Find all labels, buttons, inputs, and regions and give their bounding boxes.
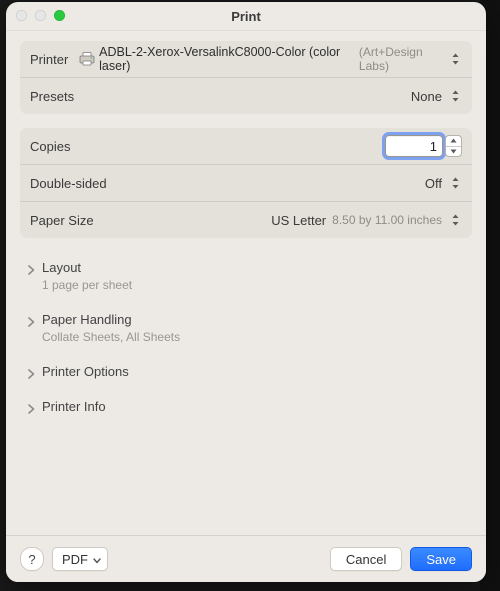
updown-icon bbox=[449, 50, 462, 68]
window-title: Print bbox=[231, 9, 261, 24]
paper-handling-title: Paper Handling bbox=[42, 312, 132, 327]
paper-size-row[interactable]: Paper Size US Letter 8.50 by 11.00 inche… bbox=[20, 201, 472, 238]
layout-subtitle: 1 page per sheet bbox=[42, 278, 466, 292]
print-dialog: Print Printer ADBL-2-Xerox-VersalinkC800… bbox=[6, 2, 486, 582]
minimize-window-button bbox=[35, 10, 46, 21]
save-button[interactable]: Save bbox=[410, 547, 472, 571]
chevron-right-icon bbox=[26, 315, 36, 325]
layout-section: Layout 1 page per sheet bbox=[22, 254, 470, 298]
printer-row[interactable]: Printer ADBL-2-Xerox-VersalinkC8000-Colo… bbox=[20, 41, 472, 77]
updown-icon bbox=[448, 211, 462, 229]
chevron-right-icon bbox=[26, 402, 36, 412]
cancel-button[interactable]: Cancel bbox=[330, 547, 402, 571]
printer-info-disclosure[interactable]: Printer Info bbox=[26, 399, 466, 414]
zoom-window-button[interactable] bbox=[54, 10, 65, 21]
pdf-label: PDF bbox=[62, 552, 88, 567]
double-sided-value: Off bbox=[425, 176, 442, 191]
copies-label: Copies bbox=[30, 139, 70, 154]
paper-size-detail: 8.50 by 11.00 inches bbox=[332, 213, 442, 227]
dialog-body: Printer ADBL-2-Xerox-VersalinkC8000-Colo… bbox=[6, 31, 486, 535]
printer-name: ADBL-2-Xerox-VersalinkC8000-Color (color… bbox=[99, 45, 355, 73]
close-window-button[interactable] bbox=[16, 10, 27, 21]
printer-group: Printer ADBL-2-Xerox-VersalinkC8000-Colo… bbox=[20, 41, 472, 114]
printer-info-title: Printer Info bbox=[42, 399, 106, 414]
help-icon: ? bbox=[28, 552, 35, 567]
paper-handling-subtitle: Collate Sheets, All Sheets bbox=[42, 330, 466, 344]
stepper-up-icon[interactable] bbox=[446, 136, 461, 147]
printer-label: Printer bbox=[30, 52, 68, 67]
paper-handling-disclosure[interactable]: Paper Handling bbox=[26, 312, 466, 327]
updown-icon bbox=[448, 87, 462, 105]
layout-disclosure[interactable]: Layout bbox=[26, 260, 466, 275]
window-controls bbox=[16, 10, 65, 21]
double-sided-label: Double-sided bbox=[30, 176, 107, 191]
stepper-down-icon[interactable] bbox=[446, 147, 461, 157]
copies-stepper[interactable] bbox=[445, 135, 462, 157]
chevron-down-icon bbox=[93, 552, 101, 567]
printer-info-section: Printer Info bbox=[22, 393, 470, 420]
page-setup-group: Copies Double-sided Off bbox=[20, 128, 472, 238]
printer-options-disclosure[interactable]: Printer Options bbox=[26, 364, 466, 379]
layout-title: Layout bbox=[42, 260, 81, 275]
updown-icon bbox=[448, 174, 462, 192]
chevron-right-icon bbox=[26, 367, 36, 377]
presets-value: None bbox=[411, 89, 442, 104]
presets-row[interactable]: Presets None bbox=[20, 77, 472, 114]
cancel-label: Cancel bbox=[346, 552, 386, 567]
printer-options-section: Printer Options bbox=[22, 358, 470, 385]
presets-label: Presets bbox=[30, 89, 74, 104]
copies-row: Copies bbox=[20, 128, 472, 164]
double-sided-row[interactable]: Double-sided Off bbox=[20, 164, 472, 201]
paper-handling-section: Paper Handling Collate Sheets, All Sheet… bbox=[22, 306, 470, 350]
printer-options-title: Printer Options bbox=[42, 364, 129, 379]
paper-size-value: US Letter bbox=[271, 213, 326, 228]
save-label: Save bbox=[426, 552, 456, 567]
options-list: Layout 1 page per sheet Paper Handling C… bbox=[20, 252, 472, 420]
dialog-footer: ? PDF Cancel Save bbox=[6, 535, 486, 582]
paper-size-label: Paper Size bbox=[30, 213, 94, 228]
pdf-menu-button[interactable]: PDF bbox=[52, 547, 108, 571]
titlebar: Print bbox=[6, 2, 486, 31]
printer-icon bbox=[79, 52, 95, 66]
copies-input[interactable] bbox=[385, 135, 443, 157]
printer-location: (Art+Design Labs) bbox=[359, 45, 449, 73]
help-button[interactable]: ? bbox=[20, 547, 44, 571]
chevron-right-icon bbox=[26, 263, 36, 273]
